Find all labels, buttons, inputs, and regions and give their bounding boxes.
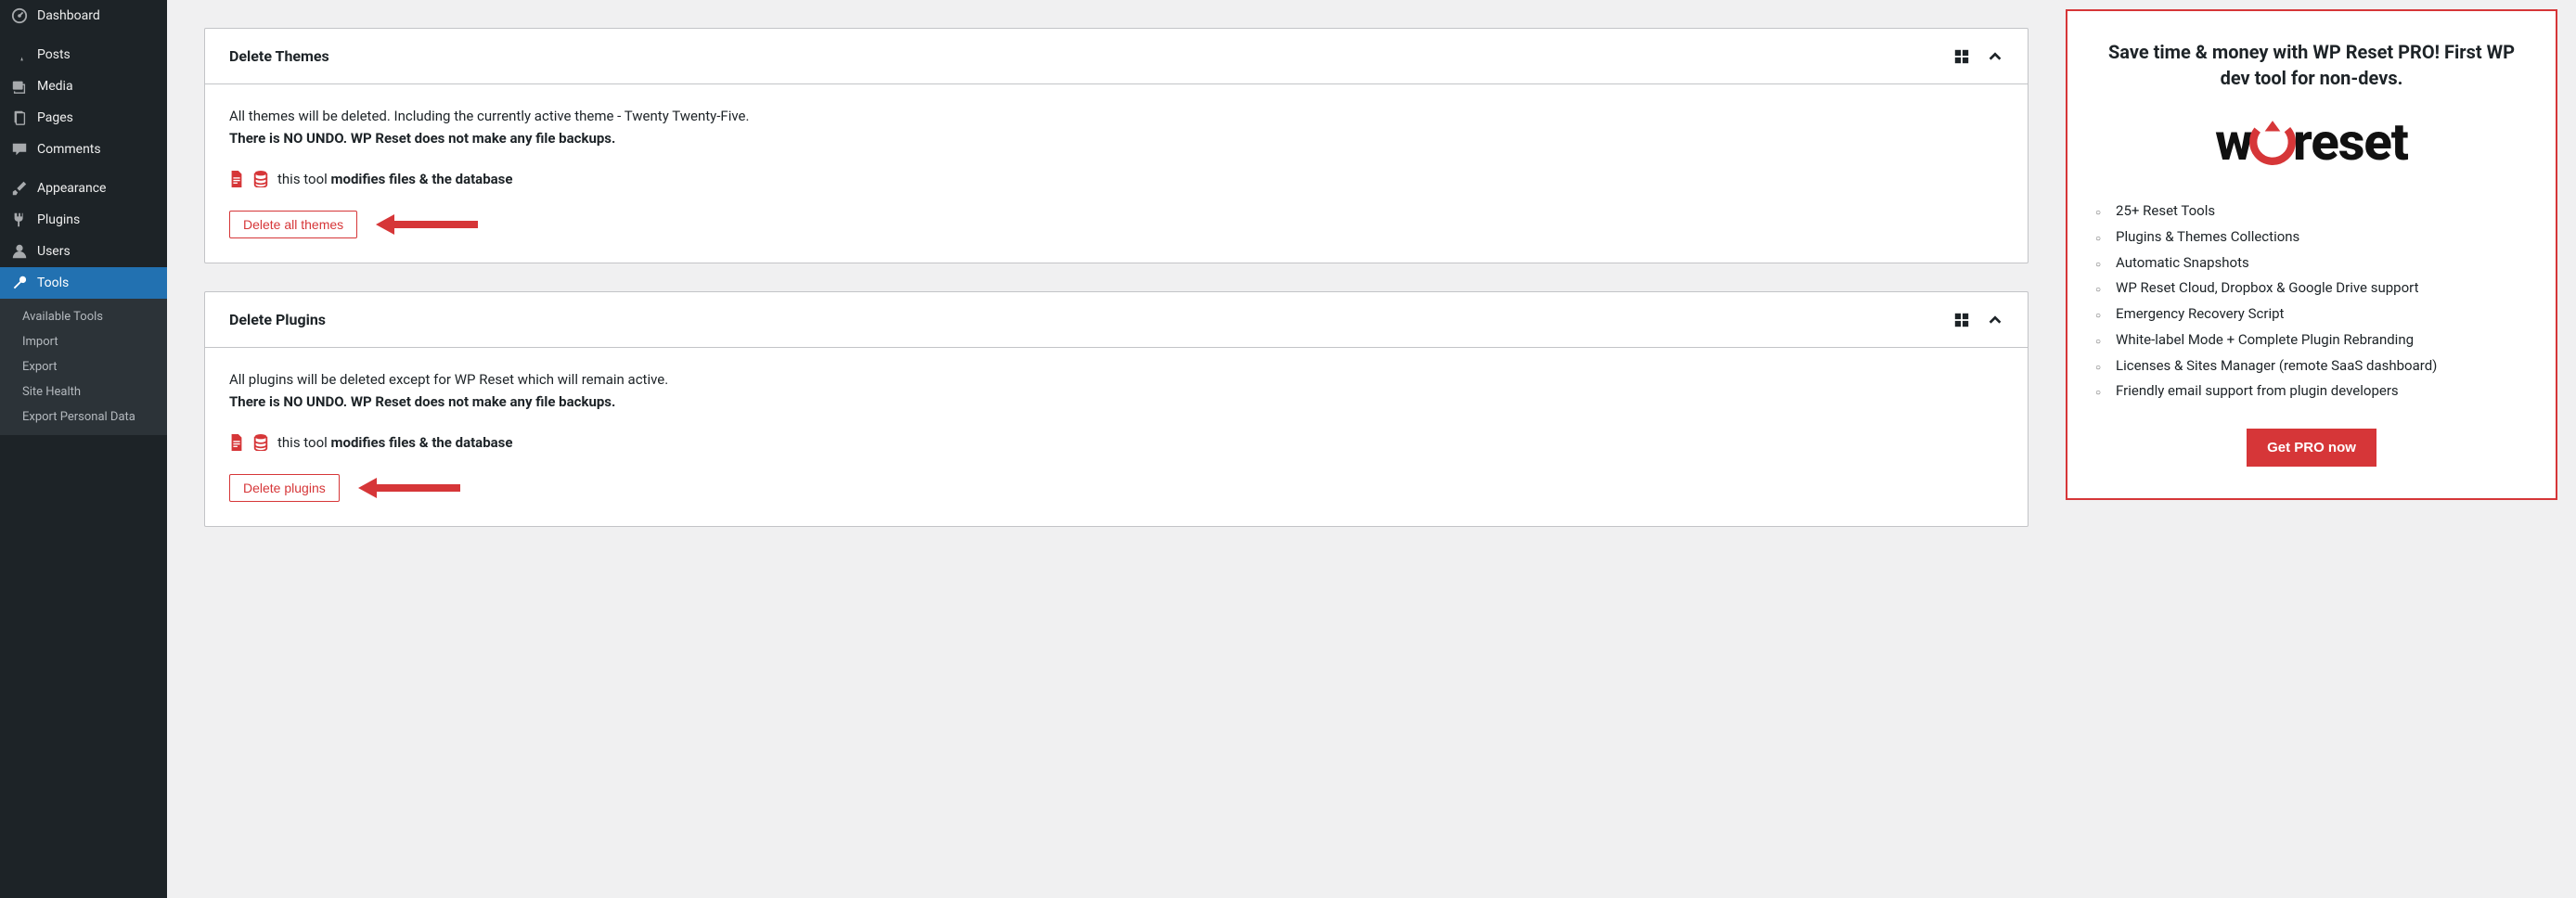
card-header: Delete Themes <box>205 29 2028 84</box>
grid-icon[interactable] <box>1953 48 1970 65</box>
feature-item: Friendly email support from plugin devel… <box>2095 378 2528 404</box>
sidebar-item-users[interactable]: Users <box>0 236 167 267</box>
grid-icon[interactable] <box>1953 312 1970 328</box>
tool-bold: modifies files & the database <box>331 171 513 187</box>
brush-icon <box>11 180 28 197</box>
submenu-import[interactable]: Import <box>11 329 167 354</box>
comment-icon <box>11 141 28 158</box>
media-icon <box>11 78 28 95</box>
tool-info-text: this tool modifies files & the database <box>277 431 512 454</box>
delete-plugins-card: Delete Plugins All plugins will be delet… <box>204 291 2029 527</box>
delete-all-themes-button[interactable]: Delete all themes <box>229 211 357 238</box>
card-title: Delete Plugins <box>229 311 326 328</box>
sidebar-item-tools[interactable]: Tools <box>0 267 167 299</box>
tool-prefix: this tool <box>277 171 331 187</box>
sidebar-label: Posts <box>37 47 71 62</box>
sidebar-separator <box>0 165 167 173</box>
feature-list: 25+ Reset Tools Plugins & Themes Collect… <box>2095 199 2528 404</box>
promo-heading: Save time & money with WP Reset PRO! Fir… <box>2095 39 2528 91</box>
themes-warning-line1: All themes will be deleted. Including th… <box>229 105 2003 127</box>
delete-plugins-button[interactable]: Delete plugins <box>229 474 340 502</box>
card-header: Delete Plugins <box>205 292 2028 348</box>
submenu-export[interactable]: Export <box>11 354 167 379</box>
sidebar-label: Pages <box>37 110 73 125</box>
sidebar-item-dashboard[interactable]: Dashboard <box>0 0 167 32</box>
plugins-warning-line2: There is NO UNDO. WP Reset does not make… <box>229 391 2003 413</box>
tool-info-text: this tool modifies files & the database <box>277 168 512 190</box>
delete-themes-card: Delete Themes All themes will be deleted… <box>204 28 2029 263</box>
wpreset-logo: w reset <box>2095 111 2528 173</box>
tool-info: this tool modifies files & the database <box>229 168 2003 190</box>
reset-icon <box>2248 118 2297 166</box>
admin-sidebar: Dashboard Posts Media Pages <box>0 0 167 898</box>
pin-icon <box>11 46 28 63</box>
file-icon <box>229 171 244 187</box>
tools-submenu: Available Tools Import Export Site Healt… <box>0 299 167 435</box>
sidebar-item-plugins[interactable]: Plugins <box>0 204 167 236</box>
sidebar-label: Plugins <box>37 212 80 227</box>
sidebar-separator <box>0 32 167 39</box>
sidebar-label: Users <box>37 244 71 259</box>
tool-info: this tool modifies files & the database <box>229 431 2003 454</box>
sidebar-item-comments[interactable]: Comments <box>0 134 167 165</box>
get-pro-button[interactable]: Get PRO now <box>2247 429 2376 467</box>
database-icon <box>253 171 268 187</box>
submenu-site-health[interactable]: Site Health <box>11 379 167 404</box>
sidebar-label: Media <box>37 79 73 94</box>
wrench-icon <box>11 275 28 291</box>
feature-item: Automatic Snapshots <box>2095 250 2528 276</box>
chevron-up-icon[interactable] <box>1987 48 2003 65</box>
submenu-available-tools[interactable]: Available Tools <box>11 304 167 329</box>
sidebar-label: Dashboard <box>37 8 100 23</box>
database-icon <box>253 434 268 451</box>
feature-item: Licenses & Sites Manager (remote SaaS da… <box>2095 353 2528 379</box>
feature-item: WP Reset Cloud, Dropbox & Google Drive s… <box>2095 276 2528 301</box>
feature-item: White-label Mode + Complete Plugin Rebra… <box>2095 327 2528 353</box>
main-content: Delete Themes All themes will be deleted… <box>167 0 2066 898</box>
page-icon <box>11 109 28 126</box>
sidebar-label: Appearance <box>37 181 106 196</box>
chevron-up-icon[interactable] <box>1987 312 2003 328</box>
submenu-export-personal-data[interactable]: Export Personal Data <box>11 404 167 430</box>
sidebar-item-media[interactable]: Media <box>0 71 167 102</box>
sidebar-label: Comments <box>37 142 101 157</box>
feature-item: Emergency Recovery Script <box>2095 301 2528 327</box>
user-icon <box>11 243 28 260</box>
themes-warning-line2: There is NO UNDO. WP Reset does not make… <box>229 127 2003 149</box>
sidebar-item-pages[interactable]: Pages <box>0 102 167 134</box>
tool-bold: modifies files & the database <box>331 434 513 451</box>
sidebar-label: Tools <box>37 276 69 290</box>
pro-promo-box: Save time & money with WP Reset PRO! Fir… <box>2066 9 2557 500</box>
annotation-arrow <box>376 211 478 238</box>
plugins-warning-line1: All plugins will be deleted except for W… <box>229 368 2003 391</box>
sidebar-item-appearance[interactable]: Appearance <box>0 173 167 204</box>
promo-sidebar: Save time & money with WP Reset PRO! Fir… <box>2066 0 2576 898</box>
feature-item: 25+ Reset Tools <box>2095 199 2528 224</box>
logo-text-pre: w <box>2215 111 2252 173</box>
sidebar-item-posts[interactable]: Posts <box>0 39 167 71</box>
file-icon <box>229 434 244 451</box>
feature-item: Plugins & Themes Collections <box>2095 224 2528 250</box>
dashboard-icon <box>11 7 28 24</box>
card-title: Delete Themes <box>229 47 329 65</box>
tool-prefix: this tool <box>277 434 331 451</box>
plug-icon <box>11 212 28 228</box>
logo-text-post: reset <box>2293 111 2408 173</box>
annotation-arrow <box>358 474 460 502</box>
